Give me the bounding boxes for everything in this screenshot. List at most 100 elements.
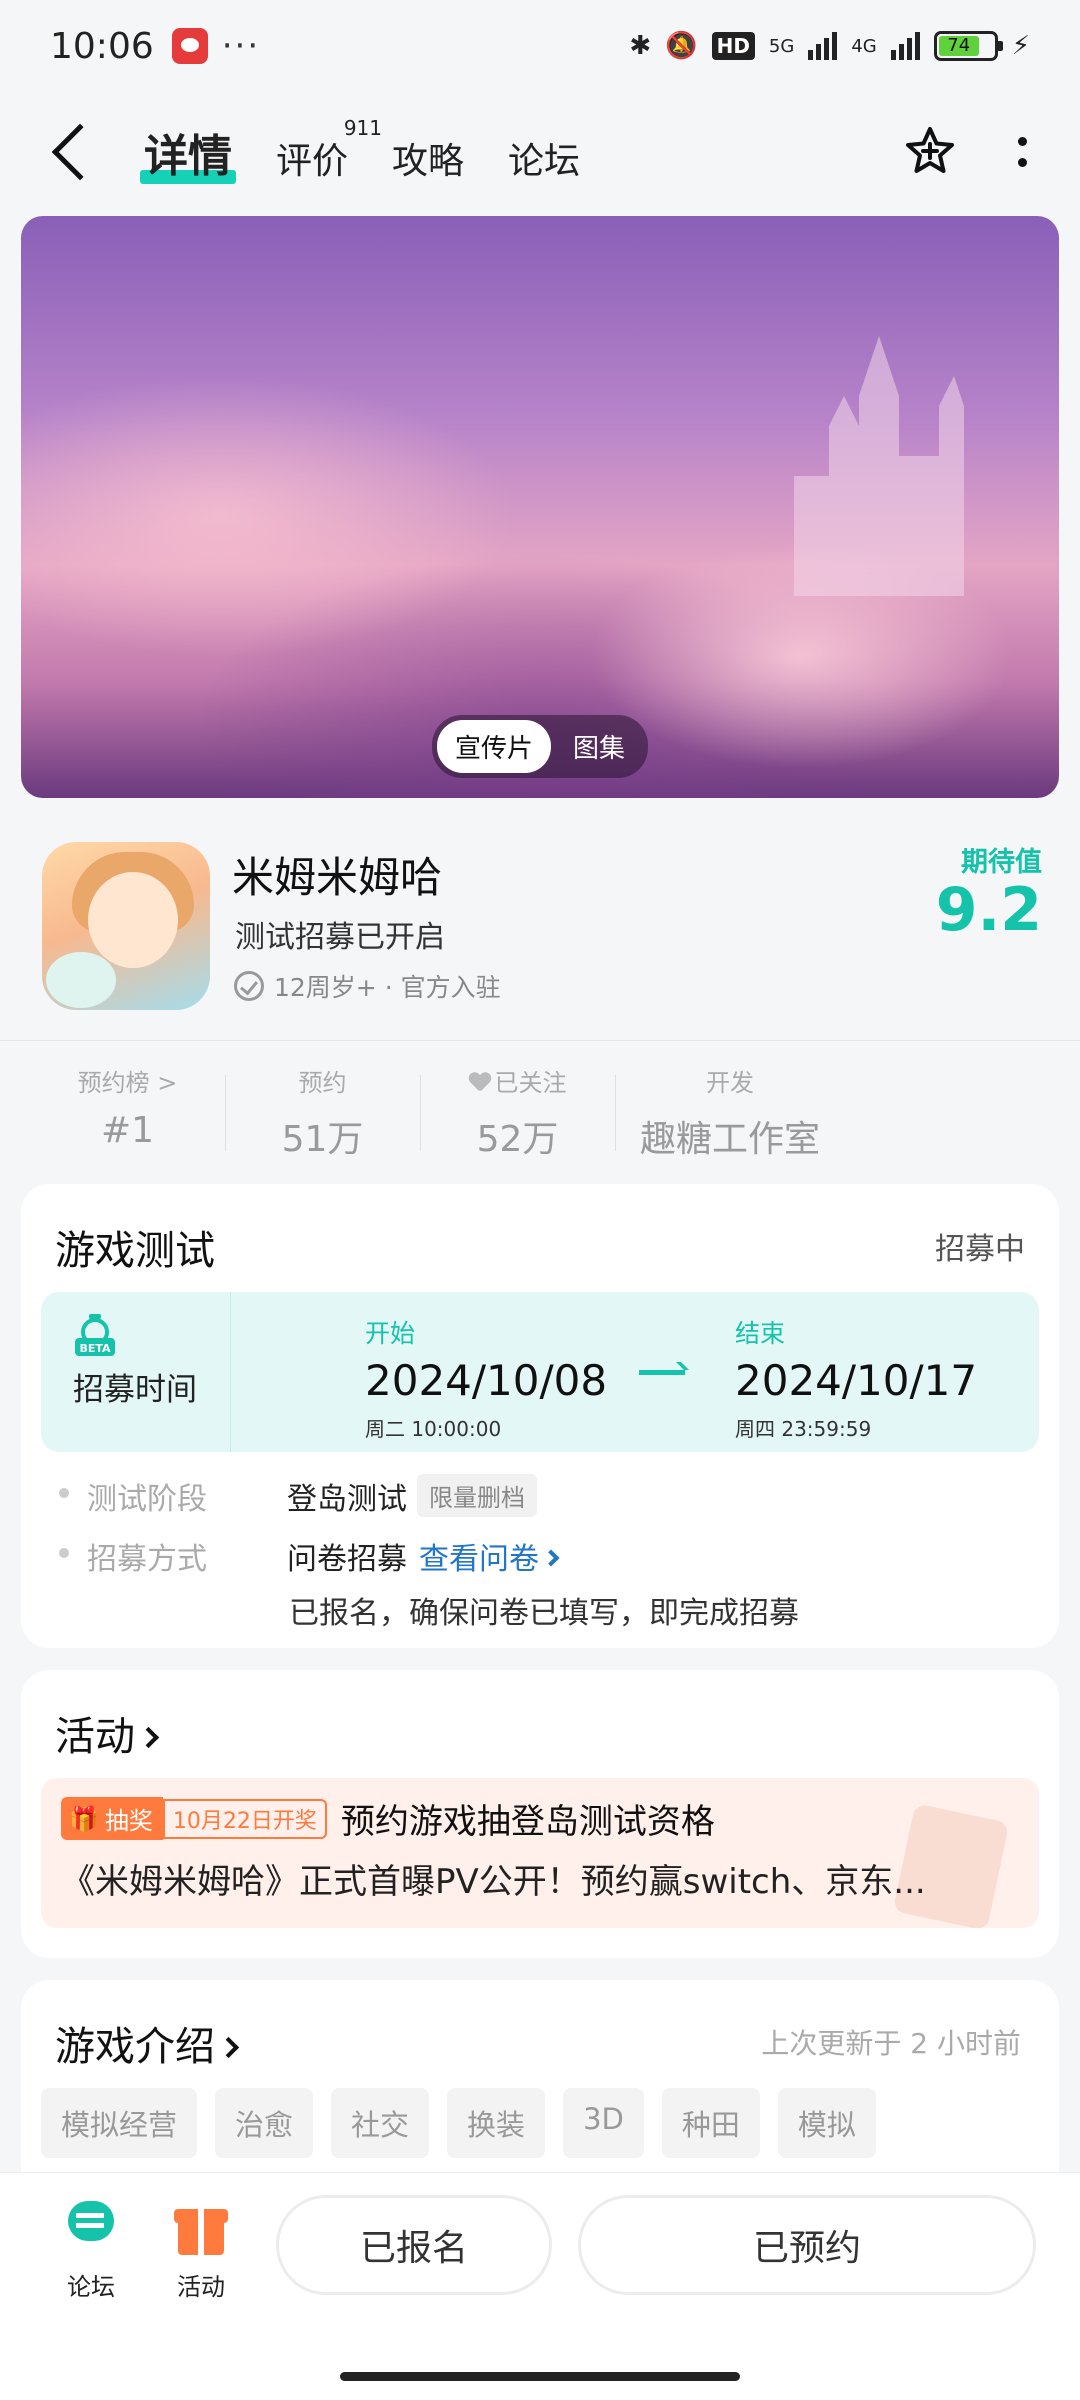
recruit-note: 已报名，确保问卷已填写，即完成招募 — [289, 1596, 799, 1631]
status-time: 10:06 — [50, 25, 154, 67]
tag-chip[interactable]: 3D — [563, 2088, 644, 2158]
expectation-value: 9.2 — [935, 875, 1042, 945]
stat-rank-label: 预约榜 > — [77, 1069, 178, 1097]
tag-chip[interactable]: 社交 — [331, 2088, 430, 2158]
last-updated: 上次更新于 2 小时前 — [761, 2027, 1021, 2060]
stat-developer-value: 趣糖工作室 — [639, 1119, 820, 1160]
start-date: 2024/10/08 — [365, 1356, 608, 1405]
favorite-star-icon[interactable] — [902, 124, 958, 180]
activity-header[interactable]: 活动 — [55, 1704, 160, 1762]
recruit-method-value: 问卷招募 查看问卷 — [287, 1534, 560, 1578]
status-bar: 10:06 ··· ✱ 🔕 HD 5G 4G 74 ⚡ — [0, 0, 1080, 92]
lottery-badge: 🎁 抽奖 — [61, 1797, 163, 1840]
stat-developer[interactable]: 开发 趣糖工作室 — [615, 1041, 845, 1170]
stat-followed-label: 已关注 — [420, 1063, 615, 1098]
bottom-action-bar: 论坛 活动 已报名 已预约 — [0, 2172, 1080, 2400]
castle-illustration — [794, 336, 964, 596]
tag-chip[interactable]: 模拟经营 — [41, 2088, 198, 2158]
end-date: 2024/10/17 — [735, 1356, 978, 1405]
stat-reservations-value: 51万 — [281, 1119, 364, 1160]
svg-text:BETA: BETA — [79, 1342, 111, 1355]
tab-guides-label: 攻略 — [392, 141, 465, 182]
reviews-count-badge: 911 — [343, 116, 383, 140]
end-time: 周四 23:59:59 — [735, 1417, 872, 1441]
notification-app-icon — [171, 28, 208, 64]
tag-chip[interactable]: 模拟 — [777, 2088, 876, 2158]
activity-shortcut[interactable]: 活动 — [156, 2199, 246, 2302]
stat-followed-value: 52万 — [476, 1119, 559, 1160]
bluetooth-icon: ✱ — [629, 31, 652, 61]
network-4g-label: 4G — [851, 35, 877, 57]
chevron-right-icon — [542, 1549, 560, 1567]
tab-bar: 详情 评价 911 攻略 论坛 — [140, 116, 580, 184]
stat-reservations: 预约 51万 — [225, 1041, 420, 1170]
game-test-card: 游戏测试 招募中 BETA 招募时间 开始 2024/10/08 周二 10:0… — [21, 1184, 1059, 1648]
battery-icon: 74 — [933, 31, 1003, 61]
media-segment-control: 宣传片 图集 — [431, 715, 649, 778]
promo-video-banner[interactable]: 宣传片 图集 — [21, 216, 1059, 798]
recruit-start: 开始 2024/10/08 周二 10:00:00 — [365, 1314, 607, 1442]
stat-rank-value: #1 — [100, 1110, 155, 1151]
recruit-time-label: 招募时间 — [73, 1372, 197, 1408]
forum-chat-icon — [62, 2199, 120, 2257]
tag-chip[interactable]: 治愈 — [215, 2088, 314, 2158]
game-intro-card: 游戏介绍 上次更新于 2 小时前 模拟经营 治愈 社交 换装 3D 种田 模拟 — [21, 1980, 1059, 2200]
gift-icon — [172, 2199, 230, 2257]
mute-bell-icon: 🔕 — [665, 31, 698, 61]
signal-icon-2 — [890, 32, 920, 60]
more-notifications-icon: ··· — [221, 26, 261, 66]
activity-item[interactable]: 🎁 抽奖 10月22日开奖 预约游戏抽登岛测试资格 《米姆米姆哈》正式首曝PV公开… — [41, 1778, 1039, 1928]
reserved-button[interactable]: 已预约 — [578, 2195, 1036, 2295]
intro-header[interactable]: 游戏介绍 — [55, 2014, 240, 2072]
game-test-title: 游戏测试 — [55, 1228, 215, 1274]
activity-shortcut-label: 活动 — [177, 2273, 225, 2301]
tab-reviews-label: 评价 — [276, 141, 349, 182]
app-name: 米姆米姆哈 — [232, 853, 443, 902]
stat-developer-label: 开发 — [706, 1069, 754, 1097]
test-stage-row: 测试阶段 登岛测试 限量删档 — [59, 1474, 799, 1518]
tab-forum[interactable]: 论坛 — [508, 132, 580, 184]
tab-guides[interactable]: 攻略 — [392, 132, 464, 184]
app-subtitle: 测试招募已开启 — [235, 920, 445, 955]
arrow-right-icon — [639, 1370, 685, 1375]
test-stage-key: 测试阶段 — [87, 1482, 207, 1517]
test-stage-value: 登岛测试 限量删档 — [287, 1474, 537, 1518]
expectation-score: 期待值 9.2 — [936, 840, 1042, 941]
recruit-method-row: 招募方式 问卷招募 查看问卷 — [59, 1534, 799, 1578]
more-options-icon[interactable] — [1018, 137, 1030, 167]
recruit-status: 招募中 — [935, 1232, 1025, 1267]
limited-wipe-tag: 限量删档 — [417, 1474, 537, 1517]
verified-check-icon — [234, 971, 264, 1001]
tab-details[interactable]: 详情 — [140, 120, 236, 184]
stat-followed[interactable]: 已关注 52万 — [420, 1041, 615, 1170]
activity-card: 活动 🎁 抽奖 10月22日开奖 预约游戏抽登岛测试资格 《米姆米姆哈》正式首曝P… — [21, 1670, 1059, 1958]
start-label: 开始 — [365, 1319, 416, 1348]
recruit-period-label-box: BETA 招募时间 — [41, 1292, 231, 1452]
stats-row: 预约榜 > #1 预约 51万 已关注 52万 开发 趣糖工作室 — [0, 1040, 1080, 1170]
tab-reviews[interactable]: 评价 911 — [276, 116, 382, 184]
expectation-label: 期待值 — [961, 847, 1042, 878]
stat-reservations-label: 预约 — [298, 1069, 347, 1097]
back-arrow-icon[interactable] — [51, 123, 109, 181]
signed-up-button[interactable]: 已报名 — [276, 2195, 552, 2295]
tag-chip[interactable]: 换装 — [447, 2088, 546, 2158]
tag-chip[interactable]: 种田 — [661, 2088, 760, 2158]
tab-forum-label: 论坛 — [508, 141, 581, 182]
recruit-period: BETA 招募时间 开始 2024/10/08 周二 10:00:00 结束 2… — [41, 1292, 1039, 1452]
top-nav: 详情 评价 911 攻略 论坛 — [0, 100, 1080, 204]
home-indicator[interactable] — [340, 2372, 740, 2381]
recruit-method-key: 招募方式 — [87, 1542, 207, 1577]
forum-shortcut[interactable]: 论坛 — [46, 2199, 136, 2302]
app-icon — [42, 842, 210, 1010]
recruit-end: 结束 2024/10/17 周四 23:59:59 — [735, 1314, 977, 1442]
draw-date-badge: 10月22日开奖 — [162, 1798, 327, 1839]
segment-trailer[interactable]: 宣传片 — [436, 720, 551, 773]
stat-rank[interactable]: 预约榜 > #1 — [30, 1041, 225, 1170]
forum-shortcut-label: 论坛 — [67, 2273, 115, 2301]
segment-gallery[interactable]: 图集 — [555, 720, 643, 773]
test-details: 测试阶段 登岛测试 限量删档 招募方式 问卷招募 查看问卷 已报名，确保问卷已填写，… — [59, 1474, 799, 1632]
activity-item-title: 预约游戏抽登岛测试资格 — [340, 1802, 715, 1842]
tab-details-label: 详情 — [144, 131, 232, 182]
chevron-right-icon — [137, 1726, 160, 1749]
view-questionnaire-link[interactable]: 查看问卷 — [419, 1542, 560, 1577]
